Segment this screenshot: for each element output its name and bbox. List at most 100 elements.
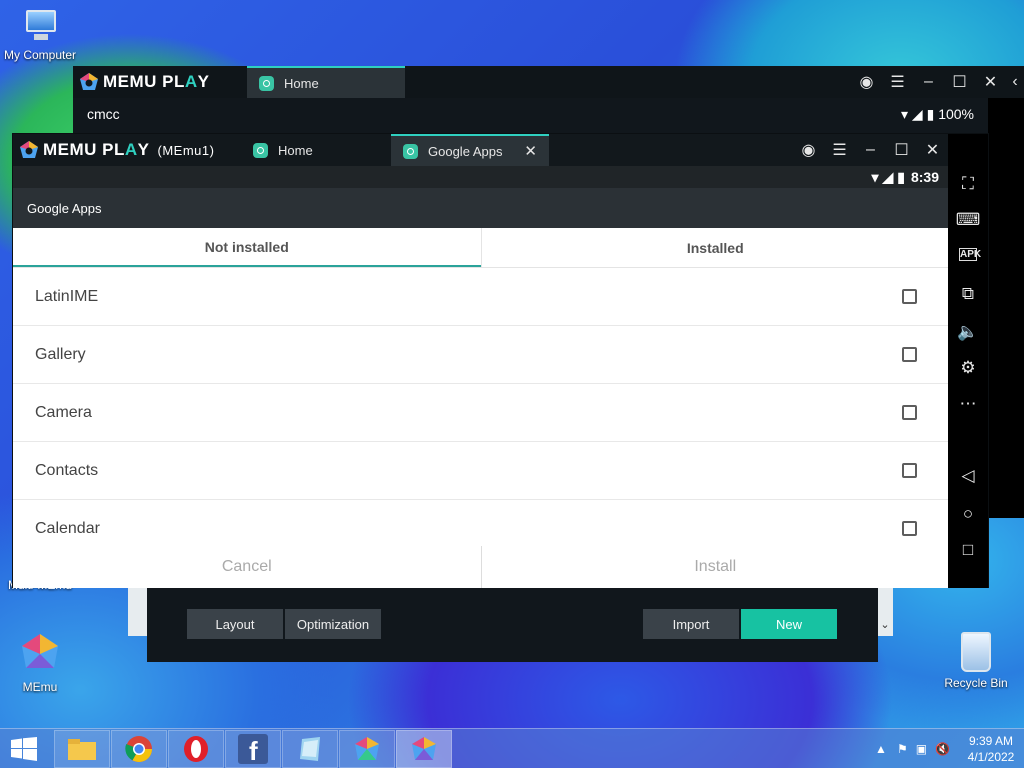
settings-icon[interactable]: ⚙ bbox=[948, 358, 988, 378]
back-nav-icon[interactable]: ◁ bbox=[948, 466, 988, 486]
close-button[interactable]: ✕ bbox=[975, 72, 1006, 92]
install-tabs: Not installed Installed bbox=[13, 228, 949, 268]
battery-level: 100% bbox=[938, 105, 974, 122]
app-name: Camera bbox=[35, 403, 92, 421]
front-emulator-window: MEMU PL A Y (MEmu1) Home Google Apps ✕ ◉ ☰… bbox=[12, 133, 989, 588]
app-checkbox[interactable] bbox=[902, 521, 917, 536]
back-status-row: cmcc ▾ ◢ ▮ 100% bbox=[73, 98, 988, 130]
memu-play-logo: MEMU PL A Y bbox=[79, 72, 247, 92]
keyboard-icon[interactable]: ⌨ bbox=[948, 210, 988, 230]
minimize-button[interactable]: – bbox=[913, 73, 944, 91]
apk-icon[interactable]: APK bbox=[959, 248, 981, 261]
multi-instance-icon[interactable]: ⧉ bbox=[948, 284, 988, 304]
fullscreen-icon[interactable]: ⛶ bbox=[948, 174, 988, 194]
back-sidebar bbox=[988, 98, 1024, 518]
android-screen: ▾ ◢ ▮ 8:39 Google Apps Not installed Ins… bbox=[13, 166, 949, 588]
collapse-icon[interactable]: ‹ bbox=[1006, 73, 1024, 91]
show-hidden-icons[interactable]: ▲ bbox=[875, 742, 887, 756]
recents-nav-icon[interactable]: □ bbox=[948, 540, 988, 560]
network-icon[interactable]: ▣ bbox=[916, 742, 927, 756]
tab-label: Home bbox=[284, 75, 319, 91]
dialog-actions: Cancel Install bbox=[13, 546, 949, 588]
taskbar-app[interactable] bbox=[282, 729, 338, 768]
home-nav-icon[interactable]: ○ bbox=[948, 504, 988, 524]
back-titlebar: MEMU PL A Y Home ◉ ☰ – ☐ ✕ ‹ bbox=[73, 66, 1024, 98]
clock-date: 4/1/2022 bbox=[967, 750, 1015, 764]
list-item[interactable]: Gallery bbox=[13, 326, 949, 384]
list-item[interactable]: Camera bbox=[13, 384, 949, 442]
desktop-icon-label: My Computer bbox=[3, 48, 77, 62]
install-button[interactable]: Install bbox=[480, 546, 950, 588]
wifi-icon: ▾ bbox=[900, 105, 909, 122]
desktop-icon-recycle-bin[interactable]: Recycle Bin bbox=[936, 632, 1016, 690]
app-name: Contacts bbox=[35, 461, 99, 479]
import-button[interactable]: Import bbox=[643, 609, 739, 639]
tab-installed[interactable]: Installed bbox=[480, 228, 950, 267]
svg-text:f: f bbox=[249, 736, 258, 764]
more-icon[interactable]: ⋯ bbox=[948, 394, 988, 414]
start-button[interactable] bbox=[0, 729, 48, 768]
tab-home[interactable]: Home bbox=[241, 135, 391, 165]
clock[interactable]: 9:39 AM 4/1/2022 bbox=[958, 733, 1024, 765]
instance-label: (MEmu1) bbox=[157, 142, 215, 158]
desktop-icon-label: Recycle Bin bbox=[944, 676, 1008, 690]
signal-icon: ◢ bbox=[911, 105, 923, 122]
desktop-icon-memu[interactable]: MEmu bbox=[0, 632, 80, 694]
desktop-icon-label: MEmu bbox=[22, 680, 58, 694]
taskbar-facebook[interactable]: f bbox=[225, 729, 281, 768]
action-center-icon[interactable]: ⚑ bbox=[897, 742, 908, 756]
chrome-icon bbox=[125, 735, 153, 762]
volume-up-icon[interactable]: 🔈 bbox=[948, 322, 988, 342]
app-name: Calendar bbox=[35, 519, 100, 537]
account-icon[interactable]: ◉ bbox=[793, 140, 824, 160]
clock-time: 9:39 AM bbox=[968, 734, 1014, 748]
home-tab-icon bbox=[253, 142, 268, 158]
windows-logo-icon bbox=[11, 736, 37, 761]
app-checkbox[interactable] bbox=[902, 463, 917, 478]
memu-play-logo: MEMU PL A Y (MEmu1) bbox=[19, 140, 241, 160]
maximize-button[interactable]: ☐ bbox=[886, 140, 917, 160]
google-apps-tab-icon bbox=[403, 143, 418, 159]
volume-muted-icon[interactable]: 🔇 bbox=[935, 742, 950, 756]
memu-logo-icon bbox=[20, 141, 38, 158]
memu-icon bbox=[412, 736, 436, 760]
back-tab-home[interactable]: Home bbox=[247, 66, 405, 98]
tab-label: Home bbox=[278, 142, 313, 158]
taskbar-opera[interactable] bbox=[168, 729, 224, 768]
list-item[interactable]: Contacts bbox=[13, 442, 949, 500]
cancel-button[interactable]: Cancel bbox=[13, 546, 481, 588]
app-bar: Google Apps bbox=[13, 188, 949, 228]
app-checkbox[interactable] bbox=[902, 289, 917, 304]
app-name: Gallery bbox=[35, 345, 86, 363]
taskbar-file-explorer[interactable] bbox=[54, 729, 110, 768]
home-tab-icon bbox=[259, 75, 274, 91]
facebook-icon: f bbox=[238, 733, 268, 764]
account-icon[interactable]: ◉ bbox=[851, 72, 882, 92]
desktop-icon-my-computer[interactable]: My Computer bbox=[0, 10, 80, 62]
taskbar-chrome[interactable] bbox=[111, 729, 167, 768]
list-item[interactable]: LatinIME bbox=[13, 268, 949, 326]
app-icon bbox=[300, 736, 320, 761]
tab-google-apps[interactable]: Google Apps ✕ bbox=[391, 134, 549, 166]
optimization-button[interactable]: Optimization bbox=[285, 609, 381, 639]
new-button[interactable]: New bbox=[741, 609, 837, 639]
battery-icon: ▮ bbox=[897, 168, 905, 185]
menu-icon[interactable]: ☰ bbox=[882, 72, 913, 92]
maximize-button[interactable]: ☐ bbox=[944, 72, 975, 92]
close-tab-icon[interactable]: ✕ bbox=[524, 142, 537, 160]
app-checkbox[interactable] bbox=[902, 405, 917, 420]
opera-icon bbox=[184, 735, 208, 762]
menu-icon[interactable]: ☰ bbox=[824, 140, 855, 160]
app-checkbox[interactable] bbox=[902, 347, 917, 362]
scroll-down-icon[interactable]: ⌄ bbox=[877, 588, 893, 636]
layout-button[interactable]: Layout bbox=[187, 609, 283, 639]
taskbar-memu[interactable] bbox=[396, 729, 452, 768]
recycle-bin-icon bbox=[961, 632, 991, 672]
tab-not-installed[interactable]: Not installed bbox=[13, 228, 481, 267]
app-bar-title: Google Apps bbox=[27, 200, 102, 216]
android-time: 8:39 bbox=[910, 169, 939, 185]
minimize-button[interactable]: – bbox=[855, 141, 886, 159]
close-button[interactable]: ✕ bbox=[917, 140, 948, 160]
taskbar: f ▲ ⚑ ▣ 🔇 9:39 AM 4/1/2022 bbox=[0, 728, 1024, 768]
taskbar-multi-memu[interactable] bbox=[339, 729, 395, 768]
